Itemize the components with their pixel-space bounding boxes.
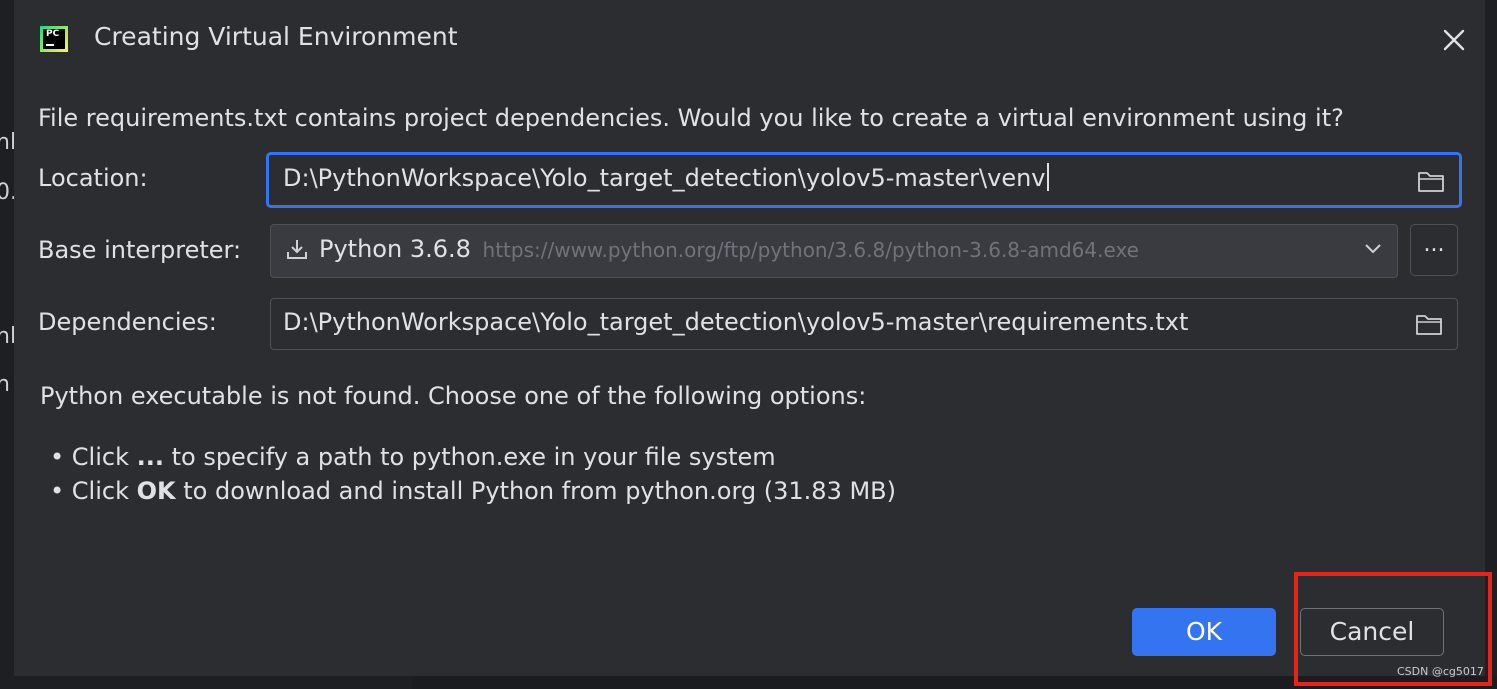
dialog-question: File requirements.txt contains project d…: [38, 104, 1344, 132]
create-venv-dialog: PC Creating Virtual Environment File req…: [14, 0, 1485, 676]
close-icon[interactable]: [1438, 24, 1470, 56]
option-item: • Click OK to download and install Pytho…: [50, 477, 896, 505]
base-interpreter-select[interactable]: Python 3.6.8 https://www.python.org/ftp/…: [270, 224, 1398, 278]
folder-icon[interactable]: [1417, 169, 1445, 193]
dialog-titlebar: PC Creating Virtual Environment: [14, 0, 1485, 78]
location-label: Location:: [38, 164, 148, 192]
interpreter-url: https://www.python.org/ftp/python/3.6.8/…: [482, 238, 1139, 262]
interpreter-name: Python 3.6.8: [319, 235, 471, 263]
chevron-down-icon[interactable]: [1363, 241, 1383, 255]
folder-icon[interactable]: [1415, 312, 1443, 336]
option-keyword: OK: [136, 477, 176, 505]
browse-interpreter-button[interactable]: ...: [1410, 224, 1458, 276]
watermark: CSDN @cg5017: [1397, 665, 1484, 678]
dialog-title: Creating Virtual Environment: [94, 22, 458, 51]
option-keyword: ...: [136, 443, 164, 471]
download-icon: [287, 240, 307, 259]
ok-button[interactable]: OK: [1132, 608, 1276, 656]
dependencies-label: Dependencies:: [38, 308, 217, 336]
python-not-found-note: Python executable is not found. Choose o…: [40, 382, 867, 410]
dependencies-value: D:\PythonWorkspace\Yolo_target_detection…: [283, 308, 1189, 336]
base-interpreter-label: Base interpreter:: [38, 236, 242, 264]
location-field[interactable]: D:\PythonWorkspace\Yolo_target_detection…: [266, 152, 1462, 208]
app-icon-text: PC: [46, 29, 60, 39]
background-text-fragment: n: [0, 372, 10, 397]
location-value: D:\PythonWorkspace\Yolo_target_detection…: [283, 164, 1046, 192]
text-caret: [1046, 163, 1049, 191]
dependencies-field[interactable]: D:\PythonWorkspace\Yolo_target_detection…: [270, 298, 1458, 350]
option-item: • Click ... to specify a path to python.…: [50, 443, 776, 471]
pycharm-app-icon: PC: [40, 26, 68, 52]
